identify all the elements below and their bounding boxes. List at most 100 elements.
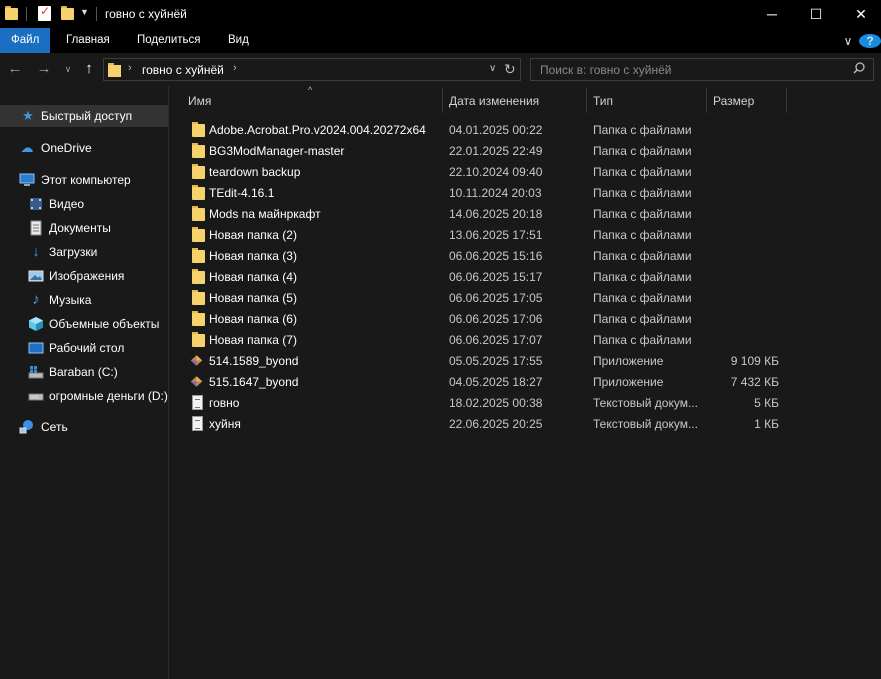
help-button[interactable]: ? [859, 33, 881, 48]
sidebar-item-drive-c[interactable]: Baraban (C:) [0, 361, 168, 383]
file-row[interactable]: Mods na майнркафт 14.06.2025 20:18 Папка… [186, 203, 786, 224]
column-header-type[interactable]: Тип [587, 86, 706, 114]
tab-home[interactable]: Главная [66, 28, 110, 53]
search-placeholder: Поиск в: говно с хуйнёй [540, 63, 672, 77]
file-type: Приложение [593, 354, 664, 368]
sidebar-item-label: Музыка [49, 293, 92, 307]
file-type: Папка с файлами [593, 270, 692, 284]
sidebar-item-videos[interactable]: Видео [0, 193, 168, 215]
tab-file[interactable]: Файл [0, 28, 51, 53]
sidebar-item-drive-d[interactable]: огромные деньги (D:) [0, 385, 168, 407]
file-row[interactable]: 515.1647_byond 04.05.2025 18:27 Приложен… [186, 371, 786, 392]
desktop-icon [28, 340, 44, 356]
sidebar-item-music[interactable]: ♪ Музыка [0, 289, 168, 311]
3d-objects-icon [28, 316, 44, 332]
file-type: Папка с файлами [593, 333, 692, 347]
tab-share[interactable]: Поделиться [137, 28, 201, 53]
file-row[interactable]: Новая папка (4) 06.06.2025 15:17 Папка с… [186, 266, 786, 287]
file-row[interactable]: BG3ModManager-master 22.01.2025 22:49 Па… [186, 140, 786, 161]
breadcrumb-chevron-icon[interactable]: › [233, 62, 237, 74]
toolbar-separator [26, 7, 27, 21]
sidebar-item-desktop[interactable]: Рабочий стол [0, 337, 168, 359]
up-arrow-icon[interactable]: ↑ [79, 59, 99, 79]
star-icon: ★ [22, 108, 34, 123]
new-folder-icon[interactable] [61, 6, 74, 20]
file-row[interactable]: teardown backup 22.10.2024 09:40 Папка с… [186, 161, 786, 182]
customize-toolbar-chevron-icon[interactable]: ▼ [80, 7, 89, 17]
file-row[interactable]: Новая папка (5) 06.06.2025 17:05 Папка с… [186, 287, 786, 308]
file-type: Папка с файлами [593, 123, 692, 137]
file-row[interactable]: 514.1589_byond 05.05.2025 17:55 Приложен… [186, 350, 786, 371]
sidebar-item-documents[interactable]: Документы [0, 217, 168, 239]
folder-icon [192, 164, 205, 179]
tab-view[interactable]: Вид [228, 28, 249, 53]
file-date: 04.01.2025 00:22 [449, 123, 543, 137]
refresh-icon[interactable]: ↻ [504, 61, 516, 78]
file-row[interactable]: говно 18.02.2025 00:38 Текстовый докум..… [186, 392, 786, 413]
pane-divider[interactable] [168, 86, 169, 679]
file-type: Папка с файлами [593, 186, 692, 200]
sidebar-item-pictures[interactable]: Изображения [0, 265, 168, 287]
breadcrumb-current-folder[interactable]: говно с хуйнёй [142, 63, 224, 77]
file-date: 13.06.2025 17:51 [449, 228, 543, 242]
expand-ribbon-chevron-icon[interactable]: ∨ [837, 34, 859, 48]
sidebar-item-network[interactable]: Сеть [0, 416, 168, 438]
folder-icon [192, 269, 205, 284]
folder-icon [5, 6, 18, 20]
file-row[interactable]: Новая папка (3) 06.06.2025 15:16 Папка с… [186, 245, 786, 266]
address-bar[interactable]: › говно с хуйнёй › ∨ ↻ [103, 58, 521, 81]
file-date: 05.05.2025 17:55 [449, 354, 543, 368]
file-row[interactable]: TEdit-4.16.1 10.11.2024 20:03 Папка с фа… [186, 182, 786, 203]
sidebar-item-label: Рабочий стол [49, 341, 125, 355]
column-resize-handle[interactable] [786, 88, 787, 113]
file-date: 06.06.2025 17:06 [449, 312, 543, 326]
file-name: Новая папка (4) [209, 270, 297, 284]
file-row[interactable]: Новая папка (7) 06.06.2025 17:07 Папка с… [186, 329, 786, 350]
ribbon-tabs: Файл Главная Поделиться Вид ∨ ? [0, 28, 881, 53]
address-history-chevron-icon[interactable]: ∨ [489, 63, 496, 74]
breadcrumb-chevron-icon[interactable]: › [128, 62, 132, 74]
sidebar-item-this-pc[interactable]: Этот компьютер [0, 169, 168, 191]
file-date: 06.06.2025 15:17 [449, 270, 543, 284]
maximize-button[interactable]: ☐ [793, 0, 839, 28]
drive-icon [28, 388, 44, 404]
file-name: 515.1647_byond [209, 375, 299, 389]
file-row[interactable]: хуйня 22.06.2025 20:25 Текстовый докум..… [186, 413, 786, 434]
column-header-name[interactable]: Имя [182, 86, 442, 114]
minimize-button[interactable]: ─ [749, 0, 795, 28]
forward-arrow-icon[interactable]: → [34, 59, 54, 79]
folder-icon [192, 143, 205, 158]
sidebar-item-downloads[interactable]: ↓ Загрузки [0, 241, 168, 263]
file-row[interactable]: Adobe.Acrobat.Pro.v2024.004.20272x64 04.… [186, 119, 786, 140]
file-size: 1 КБ [754, 417, 779, 431]
file-size: 7 432 КБ [730, 375, 779, 389]
file-name: 514.1589_byond [209, 354, 299, 368]
file-row[interactable]: Новая папка (6) 06.06.2025 17:06 Папка с… [186, 308, 786, 329]
file-date: 06.06.2025 17:05 [449, 291, 543, 305]
video-icon [28, 196, 44, 212]
folder-icon [192, 185, 205, 200]
file-type: Папка с файлами [593, 207, 692, 221]
documents-icon [28, 220, 44, 236]
back-arrow-icon[interactable]: ← [5, 59, 25, 79]
file-name: Новая папка (3) [209, 249, 297, 263]
column-header-date[interactable]: Дата изменения [443, 86, 586, 114]
search-icon [853, 62, 865, 74]
column-header-size[interactable]: Размер [707, 86, 786, 114]
file-name: Новая папка (6) [209, 312, 297, 326]
file-date: 06.06.2025 15:16 [449, 249, 543, 263]
close-button[interactable]: ✕ [838, 0, 881, 28]
sidebar-item-label: Baraban (C:) [49, 365, 118, 379]
sidebar-item-onedrive[interactable]: ☁ OneDrive [0, 137, 168, 159]
sidebar-item-label: огромные деньги (D:) [49, 389, 168, 403]
sidebar-item-3d-objects[interactable]: Объемные объекты [0, 313, 168, 335]
cloud-icon: ☁ [20, 140, 34, 155]
properties-icon[interactable] [38, 4, 51, 21]
sidebar-item-quick-access[interactable]: ★ Быстрый доступ [0, 105, 168, 127]
file-type: Папка с файлами [593, 312, 692, 326]
window-title: говно с хуйнёй [105, 7, 187, 21]
file-row[interactable]: Новая папка (2) 13.06.2025 17:51 Папка с… [186, 224, 786, 245]
downloads-icon: ↓ [32, 243, 40, 260]
recent-locations-chevron-icon[interactable]: ∨ [58, 59, 78, 79]
search-input[interactable]: Поиск в: говно с хуйнёй [530, 58, 874, 81]
